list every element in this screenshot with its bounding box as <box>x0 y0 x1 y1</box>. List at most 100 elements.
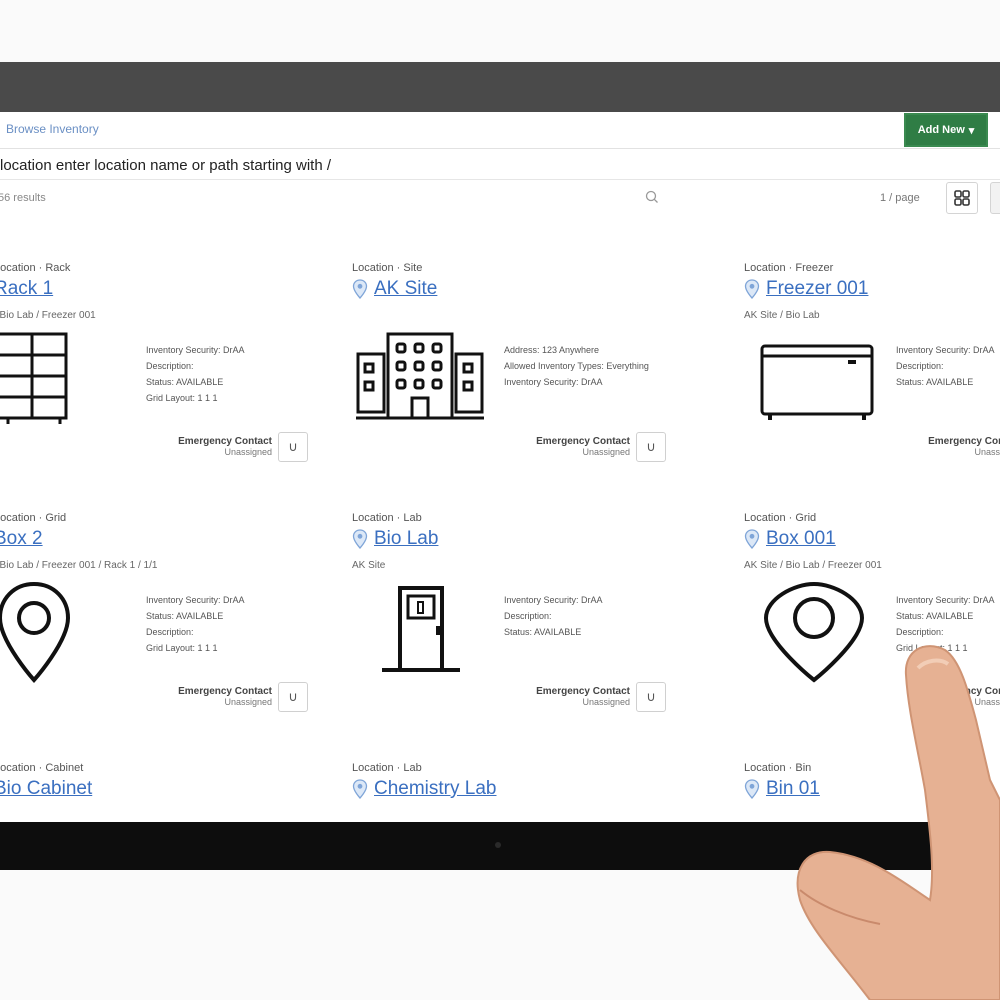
emergency-contact: Emergency Contact Unassigned <box>918 686 1000 707</box>
rack-icon <box>0 332 68 424</box>
card-title-link[interactable]: Bio Lab <box>374 528 438 550</box>
location-card[interactable]: Location · Grid Box 2 / Bio Lab / Freeze… <box>0 474 364 722</box>
contact-value: Unassigned <box>974 447 1000 457</box>
location-card[interactable]: Location · Lab Bio Lab AK Site Inventory… <box>352 474 722 722</box>
card-title-link[interactable]: Freezer 001 <box>766 278 868 300</box>
location-pin-icon <box>352 779 368 799</box>
location-card[interactable]: Location · Cabinet Bio Cabinet <box>0 724 364 822</box>
add-new-button[interactable]: Add New ▾ <box>904 113 988 147</box>
pin-icon <box>763 582 865 683</box>
location-pin-icon <box>744 529 760 549</box>
emergency-contact: Emergency Contact Unassigned <box>168 686 272 707</box>
card-action-button[interactable]: ∪ <box>278 432 308 462</box>
location-card[interactable]: Location · Lab Chemistry Lab <box>352 724 722 822</box>
card-title-link[interactable]: Rack 1 <box>0 278 53 300</box>
divider <box>0 179 1000 180</box>
contact-value: Unassigned <box>224 447 272 457</box>
contact-label: Emergency Contact <box>536 686 630 697</box>
detail-line: Description: <box>896 627 944 637</box>
card-kind: Location · Lab <box>352 512 422 524</box>
card-title-link[interactable]: Chemistry Lab <box>374 778 497 800</box>
door-icon <box>382 586 460 672</box>
card-path: AK Site / Bio Lab <box>744 310 820 321</box>
card-details: Address: 123 Anywhere Allowed Inventory … <box>504 342 649 390</box>
detail-line: Grid Layout: 1 1 1 <box>146 393 218 403</box>
card-title-link[interactable]: Bin 01 <box>766 778 820 800</box>
contact-label: Emergency Contact <box>178 436 272 447</box>
list-view-toggle[interactable] <box>990 182 1000 214</box>
detail-line: Inventory Security: DrAA <box>504 595 603 605</box>
grid-view-toggle[interactable] <box>946 182 978 214</box>
detail-line: Description: <box>146 627 194 637</box>
contact-value: Unassigned <box>224 697 272 707</box>
pin-icon <box>0 582 71 683</box>
location-card[interactable]: Location · Site AK Site Address: 123 Any… <box>352 224 722 472</box>
emergency-contact: Emergency Contact Unassigned <box>918 436 1000 457</box>
detail-line: Inventory Security: DrAA <box>896 595 995 605</box>
location-pin-icon <box>744 779 760 799</box>
card-details: Inventory Security: DrAA Description: St… <box>504 592 603 640</box>
card-details: Inventory Security: DrAA Description: St… <box>896 342 995 390</box>
card-action-button[interactable]: ∪ <box>636 432 666 462</box>
detail-line: Status: AVAILABLE <box>146 611 224 621</box>
chevron-down-icon: ▾ <box>968 124 975 137</box>
app-screen: Browse Inventory Add New ▾ 56 results 1 … <box>0 112 1000 822</box>
card-title-link[interactable]: AK Site <box>374 278 437 300</box>
detail-line: Grid Layout: 1 1 1 <box>146 643 218 653</box>
emergency-contact: Emergency Contact Unassigned <box>526 436 630 457</box>
card-kind: Location · Grid <box>744 512 817 524</box>
card-kind: Location · Site <box>352 262 423 274</box>
detail-line: Status: AVAILABLE <box>896 611 974 621</box>
camera-dot <box>495 842 501 848</box>
detail-line: Inventory Security: DrAA <box>146 345 245 355</box>
location-pin-icon <box>744 279 760 299</box>
detail-line: Address: 123 Anywhere <box>504 345 600 355</box>
contact-value: Unassigned <box>582 447 630 457</box>
add-new-label: Add New <box>917 124 965 136</box>
card-kind: Location · Bin <box>744 762 812 774</box>
detail-line: Status: AVAILABLE <box>504 627 582 637</box>
photo-stage: Browse Inventory Add New ▾ 56 results 1 … <box>0 0 1000 1000</box>
contact-label: Emergency Contact <box>536 436 630 447</box>
card-action-button[interactable]: ∪ <box>636 682 666 712</box>
card-kind: Location · Freezer <box>744 262 834 274</box>
location-card[interactable]: Location · Freezer Freezer 001 AK Site /… <box>744 224 1000 472</box>
detail-line: Status: AVAILABLE <box>896 377 974 387</box>
detail-line: Allowed Inventory Types: Everything <box>504 361 649 371</box>
card-details: Inventory Security: DrAA Description: St… <box>146 342 245 406</box>
breadcrumb[interactable]: Browse Inventory <box>6 122 99 136</box>
card-details: Inventory Security: DrAA Status: AVAILAB… <box>896 592 995 656</box>
freezer-icon <box>760 344 874 420</box>
contact-label: Emergency Contact <box>178 686 272 697</box>
location-search-input[interactable] <box>0 152 1000 178</box>
detail-line: Grid Layout: 1 1 1 <box>896 643 968 653</box>
detail-line: Status: AVAILABLE <box>146 377 224 387</box>
card-kind: Location · Rack <box>0 262 71 274</box>
card-title-link[interactable]: Bio Cabinet <box>0 778 92 800</box>
per-page-selector[interactable]: 1 / page <box>880 192 920 204</box>
card-title-link[interactable]: Box 2 <box>0 528 43 550</box>
card-path: AK Site / Bio Lab / Freezer 001 <box>744 560 882 571</box>
location-card[interactable]: Location · Rack Rack 1 / Bio Lab / Freez… <box>0 224 364 472</box>
card-path: / Bio Lab / Freezer 001 / Rack 1 / 1/1 <box>0 560 158 571</box>
card-kind: Location · Grid <box>0 512 67 524</box>
detail-line: Description: <box>896 361 944 371</box>
building-icon <box>356 332 484 420</box>
location-card[interactable]: Location · Grid Box 001 AK Site / Bio La… <box>744 474 1000 722</box>
divider <box>0 148 1000 149</box>
contact-value: Unassigned <box>974 697 1000 707</box>
tablet-bezel-top <box>0 62 1000 112</box>
card-title-link[interactable]: Box 001 <box>766 528 836 550</box>
location-card[interactable]: Location · Bin Bin 01 <box>744 724 1000 822</box>
card-kind: Location · Cabinet <box>0 762 84 774</box>
detail-line: Inventory Security: DrAA <box>146 595 245 605</box>
detail-line: Inventory Security: DrAA <box>896 345 995 355</box>
contact-label: Emergency Contact <box>928 436 1000 447</box>
search-icon[interactable] <box>645 190 659 204</box>
contact-label: Emergency Contact <box>928 686 1000 697</box>
emergency-contact: Emergency Contact Unassigned <box>526 686 630 707</box>
location-pin-icon <box>352 529 368 549</box>
card-path: / Bio Lab / Freezer 001 <box>0 310 96 321</box>
location-pin-icon <box>352 279 368 299</box>
card-action-button[interactable]: ∪ <box>278 682 308 712</box>
